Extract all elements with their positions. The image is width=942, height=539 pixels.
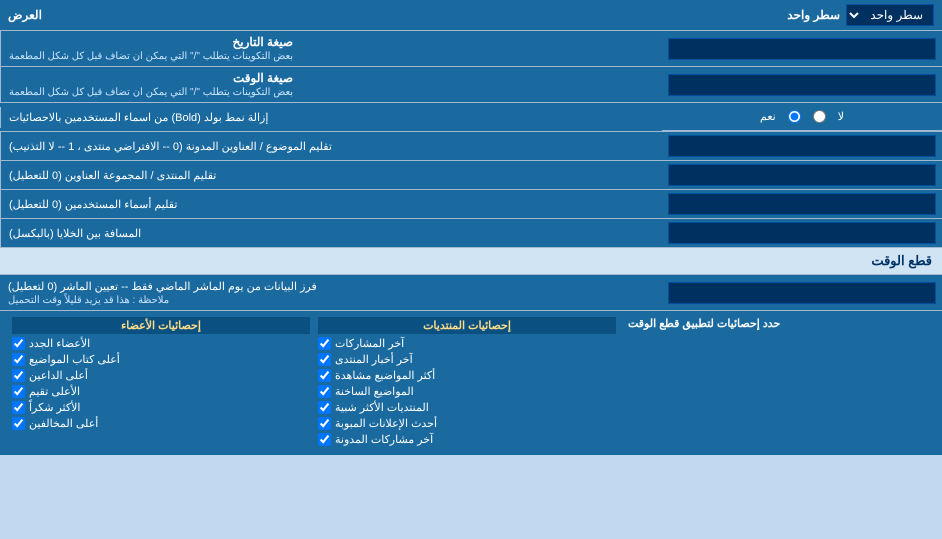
forum-input[interactable]: 33 — [668, 164, 936, 186]
display-select[interactable]: سطر واحدسطرينثلاثة أسطر — [846, 4, 934, 26]
bold-label: إزالة نمط بولد (Bold) من اسماء المستخدمي… — [0, 107, 662, 128]
main-container: سطر واحدسطرينثلاثة أسطر سطر واحد العرض d… — [0, 0, 942, 455]
col1-item-4: الأكثر شكراً — [12, 401, 310, 414]
col2-check-4[interactable] — [318, 401, 331, 414]
col2-item-0: آخر المشاركات — [318, 337, 616, 350]
date-format-input-wrapper: d-m — [662, 31, 942, 66]
col2-item-1: آخر أخبار المنتدى — [318, 353, 616, 366]
col2-check-6[interactable] — [318, 433, 331, 446]
bold-row: لا نعم إزالة نمط بولد (Bold) من اسماء ال… — [0, 103, 942, 132]
col1-check-5[interactable] — [12, 417, 25, 430]
col2-title: إحصائيات المنتديات — [318, 317, 616, 334]
stats-section: حدد إحصائيات لتطبيق قطع الوقت إحصائيات ا… — [0, 311, 942, 455]
time-format-row: H:i صيغة الوقت بعض التكوينات يتطلب "/" ا… — [0, 67, 942, 103]
page-title: العرض — [8, 8, 42, 22]
col2-item-5: أحدث الإعلانات المبوبة — [318, 417, 616, 430]
bold-yes-radio[interactable] — [788, 110, 801, 123]
bold-no-radio[interactable] — [813, 110, 826, 123]
col1-item-3: الأعلى تقيم — [12, 385, 310, 398]
col1-check-0[interactable] — [12, 337, 25, 350]
spacing-label: المسافة بين الخلايا (بالبكسل) — [0, 219, 662, 247]
date-format-row: d-m صيغة التاريخ بعض التكوينات يتطلب "/"… — [0, 31, 942, 67]
col2-check-0[interactable] — [318, 337, 331, 350]
date-format-input[interactable]: d-m — [668, 38, 936, 60]
col2-check-2[interactable] — [318, 369, 331, 382]
cutoff-section-header: قطع الوقت — [0, 248, 942, 275]
cutoff-input[interactable]: 0 — [668, 282, 936, 304]
cutoff-input-wrapper: 0 — [662, 275, 942, 310]
col1-check-3[interactable] — [12, 385, 25, 398]
users-label: تقليم أسماء المستخدمين (0 للتعطيل) — [0, 190, 662, 218]
bold-yes-label: نعم — [760, 110, 776, 123]
col2-item-6: آخر مشاركات المدونة — [318, 433, 616, 446]
col2-item-2: أكثر المواضيع مشاهدة — [318, 369, 616, 382]
forum-row: 33 تقليم المنتدى / المجموعة العناوين (0 … — [0, 161, 942, 190]
stats-col-members: إحصائيات الأعضاء الأعضاء الجدد أعلى كتاب… — [8, 315, 314, 435]
col2-item-3: المواضيع الساخنة — [318, 385, 616, 398]
spacing-input[interactable]: 2 — [668, 222, 936, 244]
users-row: 0 تقليم أسماء المستخدمين (0 للتعطيل) — [0, 190, 942, 219]
col1-item-0: الأعضاء الجدد — [12, 337, 310, 350]
col1-item-5: أعلى المخالفين — [12, 417, 310, 430]
bold-no-label: لا — [838, 110, 844, 123]
threads-row: 33 تقليم الموضوع / العناوين المدونة (0 -… — [0, 132, 942, 161]
col2-check-1[interactable] — [318, 353, 331, 366]
spacing-input-wrapper: 2 — [662, 219, 942, 247]
forum-input-wrapper: 33 — [662, 161, 942, 189]
time-format-input-wrapper: H:i — [662, 67, 942, 102]
threads-label: تقليم الموضوع / العناوين المدونة (0 -- ا… — [0, 132, 662, 160]
users-input[interactable]: 0 — [668, 193, 936, 215]
col2-item-4: المنتديات الأكثر شبية — [318, 401, 616, 414]
time-format-label: صيغة الوقت بعض التكوينات يتطلب "/" التي … — [0, 67, 662, 102]
top-label: سطر واحد — [787, 8, 840, 22]
top-row: سطر واحدسطرينثلاثة أسطر سطر واحد العرض — [0, 0, 942, 31]
stats-col-forum: إحصائيات المنتديات آخر المشاركات آخر أخب… — [314, 315, 620, 451]
col1-item-1: أعلى كتاب المواضيع — [12, 353, 310, 366]
col1-check-4[interactable] — [12, 401, 25, 414]
forum-label: تقليم المنتدى / المجموعة العناوين (0 للت… — [0, 161, 662, 189]
col1-title: إحصائيات الأعضاء — [12, 317, 310, 334]
stats-limit-label: حدد إحصائيات لتطبيق قطع الوقت — [628, 317, 780, 330]
select-wrapper: سطر واحدسطرينثلاثة أسطر سطر واحد — [787, 4, 934, 26]
threads-input-wrapper: 33 — [662, 132, 942, 160]
time-format-input[interactable]: H:i — [668, 74, 936, 96]
col1-check-2[interactable] — [12, 369, 25, 382]
cutoff-row: 0 فرز البيانات من يوم الماشر الماضي فقط … — [0, 275, 942, 311]
spacing-row: 2 المسافة بين الخلايا (بالبكسل) — [0, 219, 942, 248]
cutoff-label: فرز البيانات من يوم الماشر الماضي فقط --… — [0, 275, 662, 310]
col2-check-5[interactable] — [318, 417, 331, 430]
col1-item-2: أعلى الداعين — [12, 369, 310, 382]
col2-check-3[interactable] — [318, 385, 331, 398]
threads-input[interactable]: 33 — [668, 135, 936, 157]
users-input-wrapper: 0 — [662, 190, 942, 218]
col1-check-1[interactable] — [12, 353, 25, 366]
date-format-label: صيغة التاريخ بعض التكوينات يتطلب "/" الت… — [0, 31, 662, 66]
